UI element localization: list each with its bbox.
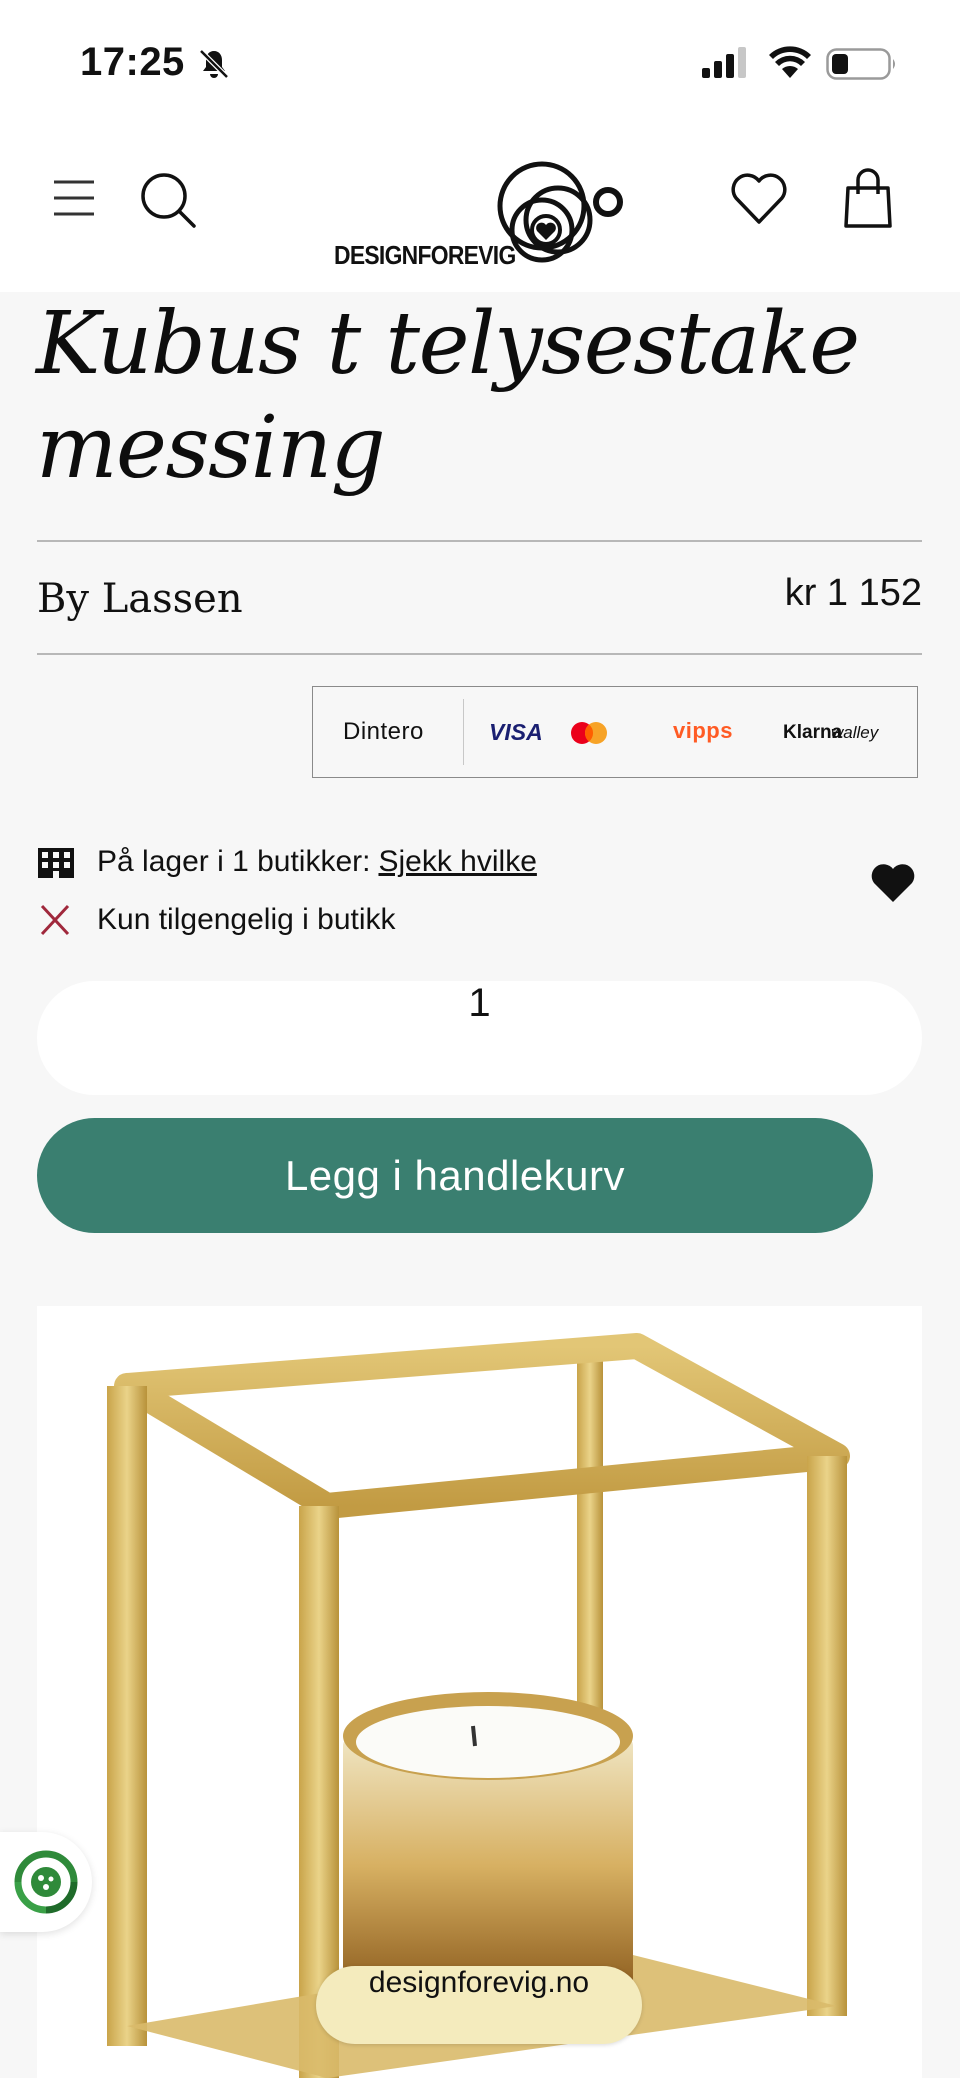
logo-text: DESIGNFOREVIG (334, 240, 516, 270)
product-image[interactable] (37, 1306, 922, 2078)
store-building-icon (38, 848, 74, 878)
product-photo (107, 1333, 850, 2078)
menu-icon[interactable] (52, 176, 96, 220)
search-icon[interactable] (138, 170, 198, 230)
browser-url-bar[interactable]: designforevig.no (316, 1966, 642, 2044)
mastercard-icon (571, 722, 607, 744)
site-logo[interactable]: DESIGNFOREVIG (330, 142, 630, 272)
product-title-line2: messing (36, 398, 386, 498)
stock-row-in-store: På lager i 1 butikker: Sjekk hvilke (37, 842, 537, 882)
site-header: DESIGNFOREVIG (0, 120, 960, 292)
stock-text: På lager i 1 butikker: (97, 845, 371, 878)
payment-visa: VISA (489, 719, 543, 745)
bell-off-icon (199, 49, 229, 79)
product-brand[interactable]: By Lassen (37, 576, 243, 622)
quantity-input[interactable]: 1 (37, 981, 922, 1095)
status-time: 17:25 (80, 40, 185, 84)
wishlist-heart-icon[interactable] (870, 862, 916, 904)
product-price: kr 1 152 (784, 572, 922, 614)
product-title-line1: Kubus t telysestake (36, 294, 860, 394)
recycle-icon (14, 1850, 78, 1914)
stock-row-store-only: Kun tilgengelig i butikk (37, 900, 396, 940)
payment-providers: Dintero VISA vipps Klarna walley (312, 686, 918, 778)
divider-top (37, 540, 922, 542)
signal-icon (702, 47, 746, 78)
cross-icon (40, 904, 70, 936)
payment-klarna: Klarna (783, 722, 843, 743)
payment-walley: walley (831, 723, 879, 742)
shopping-bag-icon[interactable] (842, 166, 894, 230)
store-only-text: Kun tilgengelig i butikk (97, 903, 396, 936)
check-stores-link[interactable]: Sjekk hvilke (378, 845, 536, 879)
add-to-cart-button[interactable]: Legg i handlekurv (37, 1118, 873, 1233)
status-bar: 17:25 (0, 0, 960, 120)
battery-icon (826, 48, 895, 80)
payment-vipps: vipps (673, 718, 733, 743)
payment-dintero: Dintero (343, 718, 424, 745)
product-title: Kubus t telysestake messing (36, 292, 896, 500)
divider-bottom (37, 653, 922, 655)
payment-separator (463, 699, 464, 765)
wifi-icon (769, 46, 811, 78)
heart-icon[interactable] (728, 168, 790, 230)
